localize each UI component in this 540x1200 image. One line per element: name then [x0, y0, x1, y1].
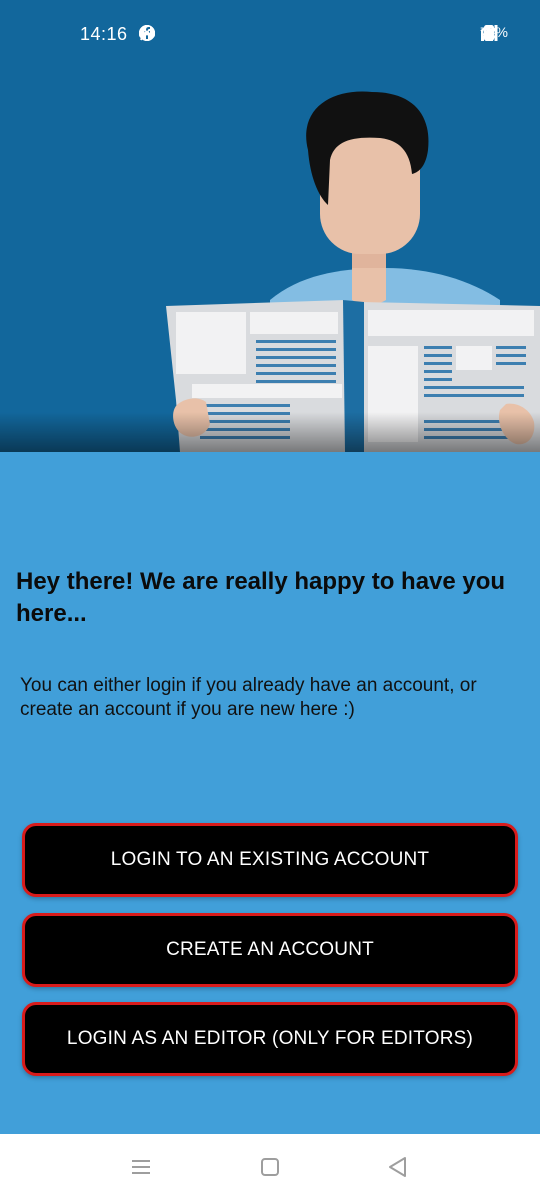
- navigation-bar: [0, 1134, 540, 1200]
- welcome-subtext: You can either login if you already have…: [20, 675, 477, 720]
- hero-illustration: 14:16 Jio 72%: [0, 0, 540, 452]
- status-time: 14:16: [80, 24, 128, 44]
- back-icon[interactable]: [385, 1154, 411, 1180]
- login-button[interactable]: LOGIN TO AN EXISTING ACCOUNT: [22, 823, 518, 897]
- system-icons: 72%: [480, 24, 508, 41]
- editor-login-button[interactable]: LOGIN AS AN EDITOR (ONLY FOR EDITORS): [22, 1002, 518, 1076]
- home-icon[interactable]: [257, 1154, 283, 1180]
- recents-icon[interactable]: [128, 1154, 154, 1180]
- charging-icon: [483, 25, 494, 41]
- dot-icon: [144, 30, 150, 36]
- create-account-button[interactable]: CREATE AN ACCOUNT: [22, 913, 518, 987]
- welcome-headline: Hey there! We are really happy to have y…: [16, 568, 506, 627]
- status-bar: 14:16 Jio 72%: [0, 0, 540, 70]
